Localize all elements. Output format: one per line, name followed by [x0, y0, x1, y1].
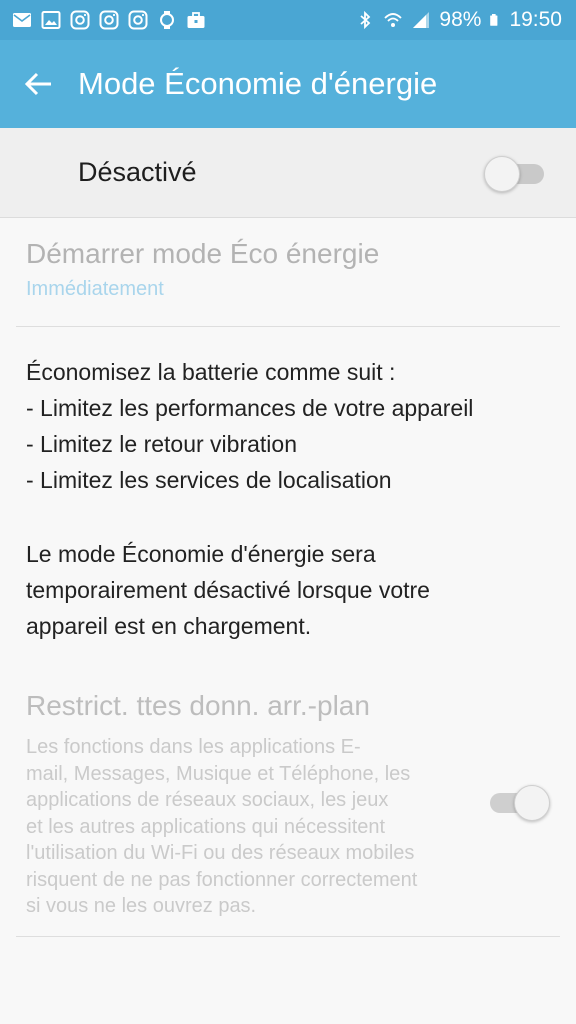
- toggle-thumb: [514, 785, 550, 821]
- page-title: Mode Économie d'énergie: [78, 66, 438, 101]
- description-line: si vous ne les ouvrez pas.: [26, 895, 257, 917]
- description-line: l'utilisation du Wi-Fi ou des réseaux mo…: [26, 842, 415, 864]
- divider: [16, 326, 560, 327]
- instagram-icon: [99, 10, 119, 30]
- email-icon: [12, 10, 32, 30]
- savings-info-line: - Limitez le retour vibration: [26, 431, 297, 457]
- restrict-background-data-description: Les fonctions dans les applications E- m…: [26, 734, 476, 920]
- power-saving-toggle[interactable]: [484, 155, 546, 192]
- description-line: applications de réseaux sociaux, les jeu…: [26, 789, 389, 811]
- start-mode-value: Immédiatement: [26, 278, 164, 300]
- description-line: et les autres applications qui nécessite…: [26, 815, 386, 838]
- charging-info: Le mode Économie d'énergie sera temporai…: [26, 536, 556, 644]
- fitness-icon: [157, 10, 177, 30]
- system-status: 98% 19:50: [355, 8, 562, 32]
- restrict-background-data-title: Restrict. ttes donn. arr.-plan: [26, 690, 370, 721]
- notification-icons: [12, 10, 206, 30]
- briefcase-icon: [186, 10, 206, 30]
- start-mode-title: Démarrer mode Éco énergie: [26, 238, 380, 269]
- savings-info-line: - Limitez les services de localisation: [26, 467, 392, 493]
- back-button[interactable]: [0, 40, 78, 128]
- charging-info-line: appareil est en chargement.: [26, 613, 312, 639]
- restrict-background-data-toggle[interactable]: [486, 785, 550, 821]
- back-arrow-icon: [24, 72, 51, 96]
- charging-info-line: temporairement désactivé lorsque votre: [26, 577, 430, 603]
- divider: [16, 936, 560, 937]
- description-line: mail, Messages, Musique et Téléphone, le…: [26, 762, 411, 785]
- gallery-icon: [41, 10, 61, 30]
- savings-info-list: Économisez la batterie comme suit : - Li…: [26, 354, 556, 498]
- bluetooth-icon: [360, 10, 371, 30]
- signal-icon: [413, 12, 430, 28]
- instagram-icon: [70, 10, 90, 30]
- toggle-thumb: [484, 155, 520, 192]
- description-line: risquent de ne pas fonctionner correctem…: [26, 868, 418, 891]
- restrict-background-data-setting[interactable]: Restrict. ttes donn. arr.-plan Les fonct…: [26, 690, 566, 917]
- start-mode-setting[interactable]: Démarrer mode Éco énergie Immédiatement: [26, 238, 546, 301]
- master-switch-row[interactable]: Désactivé: [0, 128, 576, 218]
- battery-percentage: 98%: [439, 8, 482, 31]
- battery-icon: [490, 14, 498, 26]
- savings-info-line: - Limitez les performances de votre appa…: [26, 395, 474, 421]
- savings-info-line: Économisez la batterie comme suit :: [26, 359, 396, 385]
- clock: 19:50: [509, 8, 562, 31]
- status-bar: 98% 19:50: [0, 0, 576, 40]
- description-line: Les fonctions dans les applications E-: [26, 736, 361, 758]
- app-bar: Mode Économie d'énergie: [0, 40, 576, 128]
- wifi-icon: [384, 13, 403, 27]
- charging-info-line: Le mode Économie d'énergie sera: [26, 541, 376, 567]
- instagram-icon: [128, 10, 148, 30]
- master-switch-label: Désactivé: [78, 157, 197, 187]
